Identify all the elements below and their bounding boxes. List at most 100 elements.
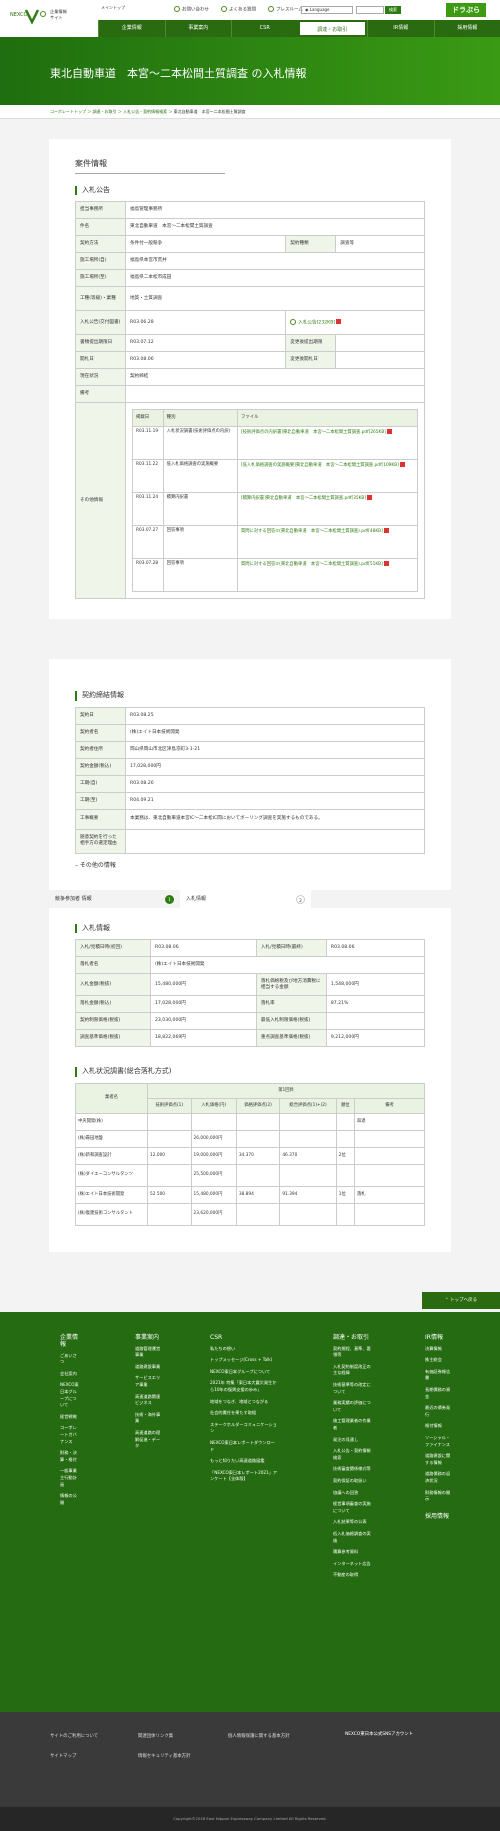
press-icon (268, 6, 274, 12)
nav-recruit[interactable]: 採用情報 (434, 20, 500, 37)
site-footer: 企業情報ごあいさつ会社案内NEXCO東日本グループについて経営戦略コーポレートガ… (0, 1312, 500, 1712)
pdf-icon (400, 462, 405, 467)
pdf-icon (387, 429, 392, 434)
pdf-icon (384, 561, 389, 566)
pdf-icon (336, 319, 341, 324)
status-table: 業者名第1回目 技術評価点(1)入札価格(円)価格評価点(2)総合評価点(1)+… (75, 1083, 425, 1226)
notice-table: 担当事務所福島管理事務所 件名東北自動車道 本宮～二本松間土質調査 契約方法条件… (75, 201, 425, 599)
footer-link[interactable]: 個人情報保護に関する基本方針 (228, 1734, 289, 1740)
table-row: 契約者名(株)エイト日本技術開発 (76, 724, 425, 741)
case-info-panel: 案件情報 入札公告 担当事務所福島管理事務所 件名東北自動車道 本宮～二本松間土… (49, 139, 451, 619)
nav-ir[interactable]: IR情報 (367, 20, 434, 37)
footer-link[interactable]: サイトのご利用について (50, 1734, 98, 1740)
table-row: (株)新和調査設計12.00019,000,000円34.37046.3702位 (76, 1147, 425, 1164)
breadcrumb-current: 東北自動車道 本宮～二本松間土質調査 (174, 109, 246, 114)
file-link[interactable]: [低入札価格調査の実施概要]東北自動車道 本宮～二本松間土質調査.pdf[109… (237, 460, 417, 493)
footer-col-procurement: 調達・お取引契約規程、基準、要領等入札契約制度改正の主な経緯技術基準等の改定につ… (333, 1334, 373, 1584)
footer-col-business: 事業案内道路管理運営事業道路建設事業サービスエリア事業高速道路関連ビジネス技術・… (135, 1334, 161, 1455)
company-site-label[interactable]: 企業情報サイト (50, 9, 67, 21)
main-top-link[interactable]: メイントップ (101, 5, 125, 10)
search-input[interactable] (356, 6, 384, 14)
faq-link[interactable]: よくある質問 (221, 6, 256, 14)
file-link[interactable]: [技術評価点の内訳書]東北自動車道 本宮～二本松間土質調査.pdf[265KB] (237, 427, 417, 460)
table-row: 書類提出期限日R03.07.12変更後提出期限 (76, 335, 425, 352)
breadcrumb-item[interactable]: 調達・お取引 (93, 109, 117, 114)
table-row: 工期(至)R04.09.21 (76, 792, 425, 809)
table-row: 契約方法条件付一般競争契約種類調査等 (76, 236, 425, 253)
other-info-heading: – その他の情報 (75, 862, 425, 870)
tab-bid-info[interactable]: 入札情報2 (180, 890, 311, 908)
table-row: その他情報 掲載日種別ファイル R03.11.19入札状況調書(技術評価点の内訳… (76, 403, 425, 599)
table-row: 開札日R03.08.06変更後開札日 (76, 352, 425, 369)
hero-banner: 東北自動車道 本宮～二本松間土質調査 の入札情報 (0, 37, 500, 105)
question-icon (221, 6, 227, 12)
file-link[interactable]: 質問に対する回答②(東北自動車道 本宮～二本松間土質調査).pdf[51KB] (237, 559, 417, 592)
footer-col-corporate: 企業情報ごあいさつ会社案内NEXCO東日本グループについて経営戦略コーポレートガ… (60, 1334, 80, 1512)
nav-procurement[interactable]: 調達・お取引 (298, 20, 368, 37)
table-row: (株)ダイエーコンサルタンツ25,500,000円 (76, 1164, 425, 1186)
table-row: 契約制限価格(税抜)23,030,000円最低入札制限価格(税抜) (76, 1013, 425, 1030)
table-row: 工種(等級)・業種地質・土質調査 (76, 287, 425, 311)
table-row: 入札/見積日時(初回)R03.08.06入札/見積日時(最終)R03.08.06 (76, 940, 425, 957)
table-row: 落札者名(株)エイト日本技術開発 (76, 957, 425, 974)
search-button[interactable]: 検索 (385, 6, 401, 14)
bid-panel: 入札情報 入札/見積日時(初回)R03.08.06入札/見積日時(最終)R03.… (49, 908, 451, 1252)
file-link[interactable]: [積算内訳書]東北自動車道 本宮～二本松間土質調査.pdf[35KB] (237, 493, 417, 526)
table-row: R03.11.24積算内訳書[積算内訳書]東北自動車道 本宮～二本松間土質調査.… (133, 493, 418, 526)
header-links: お問い合わせ よくある質問 プレスルーム (174, 6, 303, 14)
nav-business[interactable]: 事業案内 (165, 20, 232, 37)
breadcrumb-item[interactable]: 入札公告・契約情報検索 (123, 109, 167, 114)
contact-icon (174, 6, 180, 12)
nav-csr[interactable]: CSR (231, 20, 298, 37)
language-select[interactable]: ◉ Language (301, 6, 353, 14)
footer-col-ir: IR情報決算情報株主総会有価証券報告書長期債務の資金最近の債券発行格付情報ソーシ… (425, 1334, 451, 1525)
table-row: 施工場所(至)福島県二本松市成田 (76, 270, 425, 287)
contract-heading: 契約締結情報 (75, 691, 425, 700)
table-row: 施工場所(自)福島県本宮市荒井 (76, 253, 425, 270)
table-row: 落札金額(税込)17,028,000円落札率87.21% (76, 996, 425, 1013)
contact-link[interactable]: お問い合わせ (174, 6, 209, 14)
table-row: R03.07.27回答事項質問に対する回答①(東北自動車道 本宮～二本松間土質調… (133, 526, 418, 559)
status-heading: 入札状況調書(総合落札方式) (75, 1067, 425, 1076)
global-nav: 企業情報 事業案内 CSR 調達・お取引 IR情報 採用情報 (98, 20, 500, 37)
pdf-icon (384, 528, 389, 533)
notice-heading: 入札公告 (75, 186, 425, 195)
contract-panel: 契約締結情報 契約日R03.08.25 契約者名(株)エイト日本技術開発 契約者… (49, 659, 451, 890)
home-icon (40, 11, 46, 17)
table-row: R03.11.19入札状況調書(技術評価点の内訳)[技術評価点の内訳書]東北自動… (133, 427, 418, 460)
table-row: (株)復建技術コンサルタント23,620,000円 (76, 1203, 425, 1225)
press-link[interactable]: プレスルーム (268, 6, 303, 14)
bid-table: 入札/見積日時(初回)R03.08.06入札/見積日時(最終)R03.08.06… (75, 939, 425, 1047)
footer-link[interactable]: 関連団体リンク集 (138, 1734, 173, 1740)
table-row: 調査基準価格(税抜)18,822,069円重点調査基準価格(税抜)9,212,0… (76, 1030, 425, 1047)
contract-table: 契約日R03.08.25 契約者名(株)エイト日本技術開発 契約者住所岡山県岡山… (75, 707, 425, 854)
nexco-logo[interactable]: NEXCO (10, 8, 40, 24)
sns-heading: NEXCO東日本公式SNSアカウント (345, 1732, 413, 1738)
svg-text:NEXCO: NEXCO (10, 12, 27, 18)
notice-pdf-link[interactable]: 入札公告[232KB] (286, 311, 425, 335)
back-to-top-button[interactable]: ⌃ トップへ戻る (422, 1292, 500, 1309)
case-heading: 案件情報 (75, 159, 225, 174)
nav-corporate[interactable]: 企業情報 (98, 20, 165, 37)
tab-bar: 競争参加者 情報1 入札情報2 (49, 890, 451, 908)
tab-participants[interactable]: 競争参加者 情報1 (49, 890, 180, 908)
table-row: 随意契約を行った相手方の選定理由 (76, 829, 425, 853)
page-title: 東北自動車道 本宮～二本松間土質調査 の入札情報 (50, 67, 307, 82)
footer-link[interactable]: 情報セキュリティ基本方針 (138, 1754, 190, 1760)
footer-link[interactable]: サイトマップ (50, 1754, 76, 1760)
table-row: 工事概要本業務は、東北自動車道本宮IC～二本松IC間においてボーリング調査を実施… (76, 809, 425, 829)
table-row: 入札公告(交付図書)R03.06.28入札公告[232KB] (76, 311, 425, 335)
breadcrumb: コーポレートトップ ＞ 調達・お取引 ＞ 入札公告・契約情報検索 ＞ 東北自動車… (0, 105, 500, 119)
file-link[interactable]: 質問に対する回答①(東北自動車道 本宮～二本松間土質調査).pdf[48KB] (237, 526, 417, 559)
pdf-icon (367, 495, 372, 500)
sub-footer: サイトのご利用について 関連団体リンク集 個人情報保護に関する基本方針 サイトマ… (0, 1712, 500, 1807)
table-row: 工期(自)R03.08.26 (76, 775, 425, 792)
globe-icon: ◉ (305, 7, 309, 12)
table-row: 現在状況契約締結 (76, 369, 425, 386)
table-row: 中央開発(株)辞退 (76, 1113, 425, 1130)
table-row: 件名東北自動車道 本宮～二本松間土質調査 (76, 219, 425, 236)
breadcrumb-item[interactable]: コーポレートトップ (50, 109, 86, 114)
table-row: 入札金額(税抜)15,480,000円落札価格税及び地方消費税に相当する金額1,… (76, 974, 425, 996)
dorapura-logo[interactable]: ドラぷら (446, 3, 486, 17)
table-row: 契約金額(税込)17,028,000円 (76, 758, 425, 775)
